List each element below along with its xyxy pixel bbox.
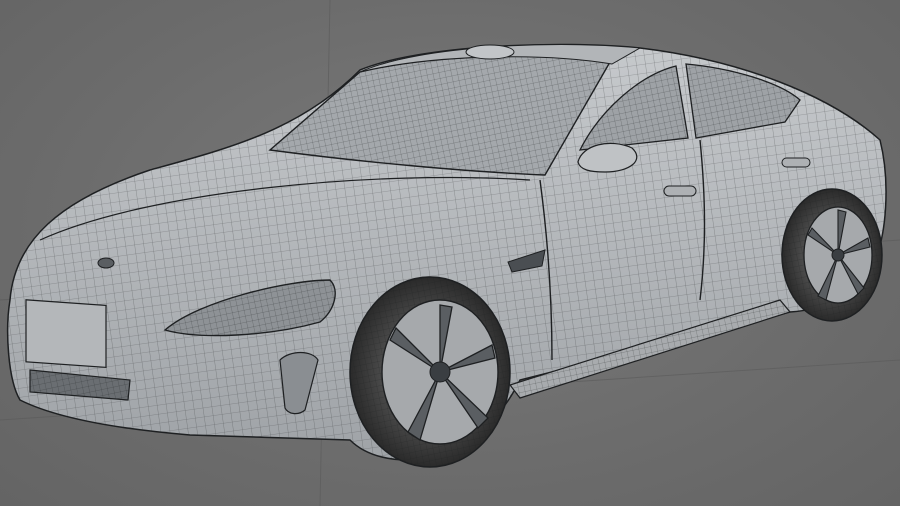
rear-wheel [781,188,883,322]
rear-hub [831,248,845,262]
roof-sensor [465,44,515,60]
front-wheel [349,276,511,468]
car-wireframe-scene [0,0,900,506]
door-handle-front [663,185,697,197]
door-handle-rear [781,157,811,168]
car-model[interactable] [6,43,887,468]
front-hub [429,361,451,383]
license-plate-area [25,299,107,369]
hood-emblem [97,257,115,269]
3d-viewport[interactable] [0,0,900,506]
